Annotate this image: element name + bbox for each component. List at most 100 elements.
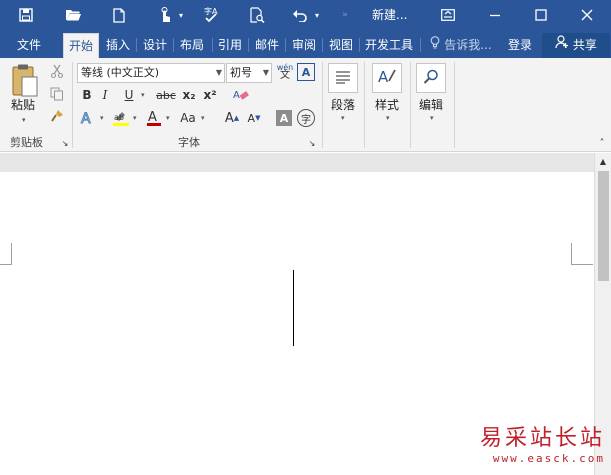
font-name-combo[interactable]: 等线 (中文正文) ▼ [77, 63, 225, 83]
tab-home[interactable]: 开始 [63, 33, 99, 58]
editing-label[interactable]: 编辑 [419, 96, 443, 113]
styles-label[interactable]: 样式 [375, 96, 399, 113]
lightbulb-icon [430, 33, 440, 58]
clear-all-formatting-icon[interactable]: A [231, 86, 251, 104]
styles-icon: A [377, 67, 397, 90]
touch-mode-dropdown-icon[interactable]: ▾ [176, 0, 186, 30]
editing-dropdown-icon[interactable]: ▾ [430, 114, 434, 122]
text-cursor [293, 270, 294, 346]
tab-developer[interactable]: 开发工具 [361, 33, 417, 58]
tab-layout[interactable]: 布局 [175, 33, 209, 58]
cut-icon[interactable] [48, 62, 66, 80]
text-effects-icon[interactable]: A [78, 108, 98, 128]
svg-text:A: A [378, 68, 389, 86]
font-size-dropdown-icon[interactable]: ▼ [263, 64, 269, 82]
tab-file[interactable]: 文件 [9, 33, 49, 58]
tab-references[interactable]: 引用 [213, 33, 247, 58]
undo-dropdown-icon[interactable]: ▾ [312, 0, 322, 30]
paragraph-button[interactable] [328, 63, 358, 93]
enclose-characters-button[interactable]: 字 [297, 109, 315, 127]
shrink-font-button[interactable]: A ▼ [245, 108, 263, 128]
text-effects-dropdown-icon[interactable]: ▾ [100, 114, 104, 122]
font-size-combo[interactable]: 初号 ▼ [226, 63, 272, 83]
print-preview-icon[interactable] [245, 0, 269, 30]
share-button[interactable]: 共享 [542, 33, 610, 58]
superscript-button[interactable]: x² [201, 86, 219, 104]
font-name-value: 等线 (中文正文) [81, 66, 160, 79]
maximize-icon[interactable] [528, 0, 554, 30]
paste-dropdown-icon[interactable]: ▾ [22, 116, 26, 124]
svg-text:A: A [233, 90, 240, 101]
bold-button[interactable]: B [78, 86, 96, 104]
styles-dropdown-icon[interactable]: ▾ [386, 114, 390, 122]
change-case-dropdown-icon[interactable]: ▾ [201, 114, 205, 122]
paragraph-align-icon [335, 70, 351, 87]
svg-text:A: A [148, 110, 157, 125]
styles-button[interactable]: A [372, 63, 402, 93]
undo-icon[interactable] [289, 0, 311, 30]
close-icon[interactable] [574, 0, 600, 30]
save-icon[interactable] [14, 0, 38, 30]
phonetic-guide-icon: 文 [280, 70, 290, 81]
italic-button[interactable]: I [96, 86, 114, 104]
change-case-button[interactable]: Aa [177, 108, 199, 128]
character-shading-button[interactable]: A [276, 110, 292, 126]
clipboard-dialog-launcher-icon[interactable]: ↘ [60, 138, 70, 148]
minimize-icon[interactable] [482, 0, 508, 30]
clear-formatting-button[interactable]: A [297, 63, 315, 81]
svg-text:A: A [81, 111, 91, 126]
editing-button[interactable] [416, 63, 446, 93]
scroll-up-icon[interactable]: ▲ [597, 155, 609, 167]
subscript-button[interactable]: x₂ [180, 86, 198, 104]
paragraph-dropdown-icon[interactable]: ▾ [341, 114, 345, 122]
copy-icon[interactable] [48, 85, 66, 103]
touch-mode-icon[interactable] [154, 0, 176, 30]
strikethrough-button[interactable]: abc [153, 86, 179, 104]
highlight-color-icon[interactable]: ab [110, 108, 132, 128]
ribbon-home: 粘贴 ▾ 剪贴板 ↘ 等线 (中文正文) ▼ 初号 ▼ wén 文 A B I … [0, 58, 611, 152]
share-label: 共享 [572, 38, 597, 52]
underline-dropdown-icon[interactable]: ▾ [141, 91, 145, 99]
font-size-value: 初号 [230, 66, 252, 79]
format-painter-icon[interactable] [48, 107, 66, 125]
phonetic-guide-button[interactable]: wén 文 [275, 62, 295, 82]
spelling-check-icon[interactable]: 字A [200, 0, 222, 30]
paste-label[interactable]: 粘贴 [11, 96, 35, 113]
highlight-color-dropdown-icon[interactable]: ▾ [133, 114, 137, 122]
watermark: 易采站长站 www.easck.com [480, 420, 605, 465]
tab-review[interactable]: 审阅 [287, 33, 321, 58]
new-document-icon[interactable] [108, 0, 130, 30]
font-color-dropdown-icon[interactable]: ▾ [166, 114, 170, 122]
tell-me-search[interactable]: 告诉我... [426, 33, 496, 58]
font-color-icon[interactable]: A [144, 108, 164, 128]
collapse-ribbon-icon[interactable]: ˄ [596, 138, 608, 149]
tab-design[interactable]: 设计 [138, 33, 172, 58]
underline-button[interactable]: U [120, 86, 138, 104]
title-bar: ▾ 字A ▾ » 新建... [0, 0, 611, 30]
paragraph-label[interactable]: 段落 [331, 96, 355, 113]
tab-view[interactable]: 视图 [324, 33, 358, 58]
grow-arrow-icon: ▲ [233, 114, 240, 122]
folder-open-icon[interactable] [60, 0, 86, 30]
margin-corner-left [0, 243, 12, 265]
character-border-label: A [301, 65, 311, 79]
watermark-text: 易采站长站 [479, 426, 605, 451]
more-commands-icon[interactable]: » [338, 0, 352, 30]
font-name-dropdown-icon[interactable]: ▼ [216, 64, 222, 82]
font-dialog-launcher-icon[interactable]: ↘ [307, 138, 317, 148]
ribbon-display-options-icon[interactable] [436, 0, 460, 30]
search-icon [423, 69, 439, 88]
clipboard-group-label: 剪贴板 [10, 136, 43, 149]
grow-font-label: A [224, 110, 234, 126]
tab-mailings[interactable]: 邮件 [250, 33, 284, 58]
svg-text:ab: ab [114, 113, 124, 122]
tell-me-label: 告诉我... [444, 38, 492, 52]
shrink-arrow-icon: ▼ [255, 114, 261, 122]
login-link[interactable]: 登录 [502, 33, 538, 58]
font-group-label: 字体 [178, 136, 200, 149]
watermark-url: www.easck.com [492, 452, 605, 465]
grow-font-button[interactable]: A ▲ [223, 108, 241, 128]
scrollbar-thumb[interactable] [598, 171, 609, 281]
margin-corner-right [571, 243, 593, 265]
tab-insert[interactable]: 插入 [101, 33, 135, 58]
